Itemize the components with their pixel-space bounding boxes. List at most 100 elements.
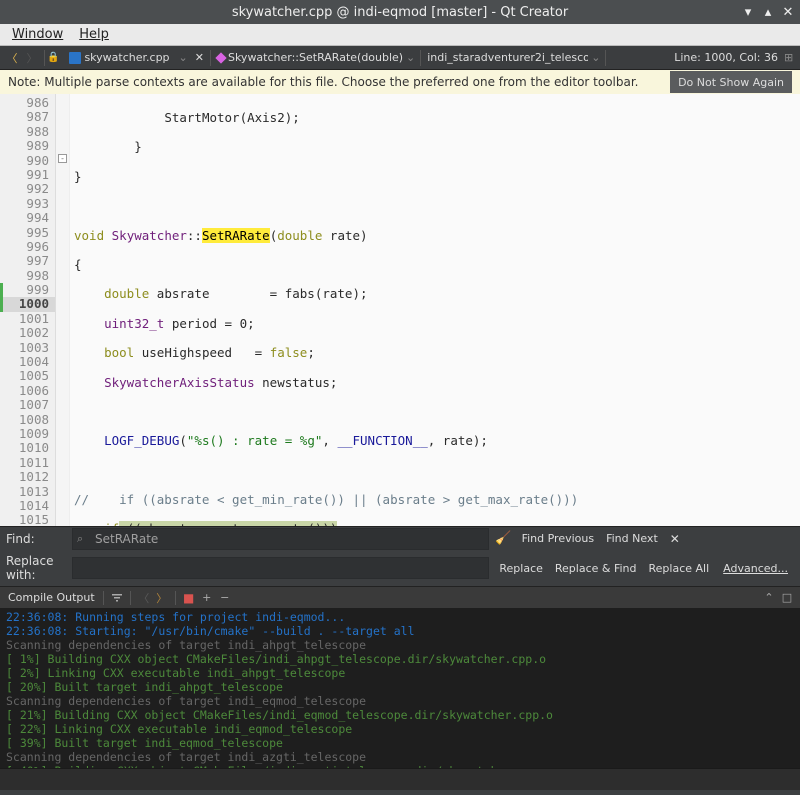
line-number[interactable]: 1007 bbox=[0, 398, 55, 412]
line-number[interactable]: 993 bbox=[0, 197, 55, 211]
line-number[interactable]: 997 bbox=[0, 254, 55, 268]
line-number[interactable]: 1005 bbox=[0, 369, 55, 383]
replace-input[interactable] bbox=[72, 557, 489, 579]
minimize-icon[interactable]: ▾ bbox=[742, 6, 754, 18]
line-number[interactable]: 994 bbox=[0, 211, 55, 225]
replace-button[interactable]: Replace bbox=[495, 560, 547, 577]
line-number[interactable]: 1010 bbox=[0, 441, 55, 455]
line-number[interactable]: 986 bbox=[0, 96, 55, 110]
line-number[interactable]: 1001 bbox=[0, 312, 55, 326]
breadcrumb-label: Skywatcher::SetRARate(double) ... bbox=[228, 51, 403, 64]
separator bbox=[130, 591, 131, 605]
expand-up-icon[interactable]: ⌃ bbox=[761, 590, 777, 606]
close-output-icon[interactable]: □ bbox=[779, 590, 795, 606]
titlebar: skywatcher.cpp @ indi-eqmod [master] - Q… bbox=[0, 0, 800, 24]
menu-window[interactable]: Window bbox=[4, 25, 71, 44]
line-number[interactable]: 989 bbox=[0, 139, 55, 153]
replace-and-find-button[interactable]: Replace & Find bbox=[551, 560, 641, 577]
clear-highlights-icon[interactable]: 🧹 bbox=[495, 531, 511, 546]
menu-help[interactable]: Help bbox=[71, 25, 117, 44]
find-replace-bar: Find: ⌕ 🧹 Find Previous Find Next ✕ Repl… bbox=[0, 526, 800, 586]
window-title: skywatcher.cpp @ indi-eqmod [master] - Q… bbox=[0, 5, 800, 20]
line-number[interactable]: 1012 bbox=[0, 470, 55, 484]
line-number[interactable]: 1000 bbox=[0, 297, 55, 311]
open-file-selector[interactable]: skywatcher.cpp bbox=[63, 49, 175, 66]
line-number[interactable]: 1009 bbox=[0, 427, 55, 441]
output-line: [ 39%] Built target indi_eqmod_telescope bbox=[6, 736, 794, 750]
line-number[interactable]: 1008 bbox=[0, 413, 55, 427]
line-number[interactable]: 1014 bbox=[0, 499, 55, 513]
line-number[interactable]: 1006 bbox=[0, 384, 55, 398]
output-line: [ 21%] Building CXX object CMakeFiles/in… bbox=[6, 708, 794, 722]
line-number[interactable]: 1013 bbox=[0, 485, 55, 499]
separator bbox=[175, 591, 176, 605]
kit-selector[interactable]: indi_staradventurer2i_telescope1 bbox=[423, 49, 588, 66]
nav-back-icon[interactable]: 〈 bbox=[3, 49, 21, 67]
line-number[interactable]: 1002 bbox=[0, 326, 55, 340]
editor-toolbar: 〈 〉 🔒 skywatcher.cpp ⌄ ✕ Skywatcher::Set… bbox=[0, 46, 800, 70]
line-number[interactable]: 996 bbox=[0, 240, 55, 254]
separator bbox=[210, 50, 211, 66]
nav-forward-icon[interactable]: 〉 bbox=[23, 49, 41, 67]
code-editor[interactable]: 9869879889899909919929939949959969979989… bbox=[0, 94, 800, 526]
line-number[interactable]: 991 bbox=[0, 168, 55, 182]
method-icon bbox=[215, 52, 226, 63]
line-column-indicator[interactable]: Line: 1000, Col: 36 bbox=[668, 49, 784, 66]
output-line: Scanning dependencies of target indi_ahp… bbox=[6, 638, 794, 652]
find-next-button[interactable]: Find Next bbox=[602, 530, 662, 547]
do-not-show-again-button[interactable]: Do Not Show Again bbox=[670, 71, 792, 93]
output-pane-header: Compile Output 〈 〉 ■ + − ⌃ □ bbox=[0, 586, 800, 608]
filter-icon[interactable] bbox=[109, 590, 125, 606]
line-number[interactable]: 1011 bbox=[0, 456, 55, 470]
output-line: 22:36:08: Starting: "/usr/bin/cmake" --b… bbox=[6, 624, 794, 638]
menubar: Window Help bbox=[0, 24, 800, 46]
line-number[interactable]: 995 bbox=[0, 226, 55, 240]
parse-context-warning: Note: Multiple parse contexts are availa… bbox=[0, 70, 800, 94]
line-number[interactable]: 1004 bbox=[0, 355, 55, 369]
statusbar bbox=[0, 768, 800, 790]
chevron-icon[interactable]: ⌄ bbox=[403, 51, 418, 64]
close-icon[interactable]: ✕ bbox=[782, 6, 794, 18]
line-number-gutter[interactable]: 9869879889899909919929939949959969979989… bbox=[0, 94, 56, 526]
output-line: Scanning dependencies of target indi_azg… bbox=[6, 750, 794, 764]
chevron-icon[interactable]: ⌄ bbox=[588, 51, 603, 64]
replace-all-button[interactable]: Replace All bbox=[645, 560, 714, 577]
close-findbar-icon[interactable]: ✕ bbox=[666, 532, 684, 546]
output-title[interactable]: Compile Output bbox=[4, 589, 99, 606]
filename-label: skywatcher.cpp bbox=[84, 51, 169, 64]
maximize-icon[interactable]: ▴ bbox=[762, 6, 774, 18]
code-area[interactable]: StartMotor(Axis2); } } void Skywatcher::… bbox=[70, 94, 800, 526]
output-line: [ 20%] Built target indi_ahpgt_telescope bbox=[6, 680, 794, 694]
warning-text: Note: Multiple parse contexts are availa… bbox=[8, 75, 662, 89]
line-number[interactable]: 999 bbox=[0, 283, 55, 297]
output-line: [ 2%] Linking CXX executable indi_ahpgt_… bbox=[6, 666, 794, 680]
chevron-icon[interactable]: ⌄ bbox=[176, 51, 191, 64]
lock-icon[interactable]: 🔒 bbox=[47, 52, 59, 63]
next-item-icon[interactable]: 〉 bbox=[154, 590, 170, 606]
prev-item-icon[interactable]: 〈 bbox=[136, 590, 152, 606]
output-line: [ 1%] Building CXX object CMakeFiles/ind… bbox=[6, 652, 794, 666]
cpp-file-icon bbox=[69, 52, 81, 64]
advanced-find-button[interactable]: Advanced... bbox=[717, 560, 794, 577]
output-line: [ 22%] Linking CXX executable indi_eqmod… bbox=[6, 722, 794, 736]
line-number[interactable]: 990 bbox=[0, 154, 55, 168]
fold-toggle-icon[interactable]: - bbox=[58, 154, 67, 163]
line-number[interactable]: 992 bbox=[0, 182, 55, 196]
find-input[interactable] bbox=[72, 528, 489, 550]
output-line: 22:36:08: Running steps for project indi… bbox=[6, 610, 794, 624]
compile-output[interactable]: 22:36:08: Running steps for project indi… bbox=[0, 608, 800, 768]
line-number[interactable]: 987 bbox=[0, 110, 55, 124]
symbol-breadcrumb[interactable]: Skywatcher::SetRARate(double) ... bbox=[213, 49, 403, 66]
fold-column[interactable]: - bbox=[56, 94, 70, 526]
find-previous-button[interactable]: Find Previous bbox=[518, 530, 599, 547]
close-file-icon[interactable]: ✕ bbox=[191, 51, 208, 64]
line-number[interactable]: 1003 bbox=[0, 341, 55, 355]
zoom-out-icon[interactable]: − bbox=[217, 590, 233, 606]
line-number[interactable]: 988 bbox=[0, 125, 55, 139]
stop-build-icon[interactable]: ■ bbox=[181, 590, 197, 606]
split-icon[interactable]: ⊞ bbox=[784, 51, 798, 65]
line-number[interactable]: 998 bbox=[0, 269, 55, 283]
line-number[interactable]: 1015 bbox=[0, 513, 55, 527]
separator bbox=[605, 50, 606, 66]
zoom-in-icon[interactable]: + bbox=[199, 590, 215, 606]
